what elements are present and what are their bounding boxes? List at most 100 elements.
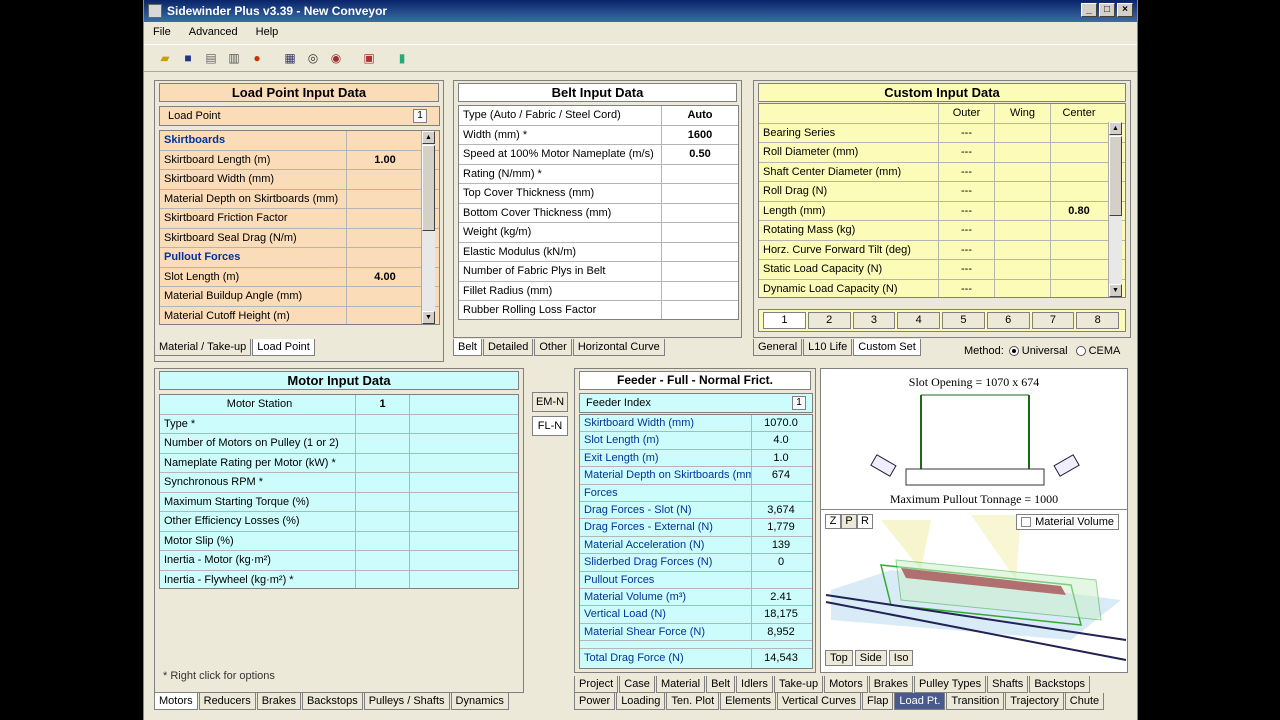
row-value[interactable]: [356, 492, 410, 511]
tab-shafts[interactable]: Shafts: [987, 676, 1029, 693]
radio-cema[interactable]: [1075, 346, 1086, 356]
set-button-7[interactable]: 7: [1031, 312, 1075, 329]
tab-pulleys-shafts[interactable]: Pulleys / Shafts: [363, 693, 450, 710]
tab-other[interactable]: Other: [534, 339, 572, 356]
cell-center[interactable]: [1051, 182, 1107, 201]
tab-load-point[interactable]: Load Point: [252, 339, 315, 356]
set-button-8[interactable]: 8: [1076, 312, 1119, 329]
load-point-index[interactable]: 1: [413, 109, 427, 123]
open-folder-icon[interactable]: ▰: [154, 47, 176, 69]
main-icon[interactable]: ◉: [325, 47, 347, 69]
row-value[interactable]: [347, 190, 423, 209]
info-icon[interactable]: ▦: [279, 47, 301, 69]
row-value[interactable]: [662, 301, 738, 319]
cell-center[interactable]: [1051, 124, 1107, 143]
row-value[interactable]: [662, 184, 738, 203]
row-value[interactable]: [356, 434, 410, 453]
row-value[interactable]: 4.00: [347, 268, 423, 287]
cell-center[interactable]: [1051, 163, 1107, 182]
tab-ten-plot[interactable]: Ten. Plot: [666, 693, 720, 710]
row-value[interactable]: [662, 165, 738, 184]
cell-wing[interactable]: [995, 240, 1051, 259]
tab-trajectory[interactable]: Trajectory: [1005, 693, 1064, 710]
row-value[interactable]: [662, 204, 738, 223]
save-icon[interactable]: ■: [177, 47, 199, 69]
tab-l10-life[interactable]: L10 Life: [803, 339, 853, 356]
row-value[interactable]: [347, 170, 423, 189]
row-value[interactable]: [356, 473, 410, 492]
cell-outer[interactable]: ---: [939, 260, 995, 279]
tab-belt[interactable]: Belt: [453, 339, 482, 356]
row-value[interactable]: [356, 551, 410, 570]
em-n-button[interactable]: EM-N: [532, 392, 568, 412]
tab-motors[interactable]: Motors: [154, 693, 198, 710]
cell-wing[interactable]: [995, 143, 1051, 162]
row-value[interactable]: 0.50: [662, 145, 738, 164]
row-value[interactable]: [662, 243, 738, 262]
axis-p-button[interactable]: P: [841, 514, 857, 529]
tab-brakes[interactable]: Brakes: [256, 693, 301, 710]
tab-vertical-curves[interactable]: Vertical Curves: [777, 693, 861, 710]
row-value[interactable]: [356, 453, 410, 472]
cell-outer[interactable]: ---: [939, 182, 995, 201]
row-value[interactable]: [356, 531, 410, 550]
radio-universal[interactable]: [1008, 346, 1019, 356]
close-button[interactable]: ×: [1117, 3, 1133, 17]
tab-flap[interactable]: Flap: [862, 693, 894, 710]
fl-n-button[interactable]: FL-N: [532, 416, 568, 436]
tab-horizontal-curve[interactable]: Horizontal Curve: [572, 339, 665, 356]
row-value[interactable]: [356, 570, 410, 588]
cell-outer[interactable]: ---: [939, 162, 995, 181]
row-value[interactable]: [347, 229, 423, 248]
menu-file[interactable]: File: [144, 26, 180, 38]
set-button-1[interactable]: 1: [763, 312, 806, 329]
tab-brakes[interactable]: Brakes: [868, 676, 913, 693]
set-button-2[interactable]: 2: [807, 312, 851, 329]
print-icon[interactable]: ▤: [200, 47, 222, 69]
maximize-button[interactable]: □: [1099, 3, 1115, 17]
custom-scrollbar[interactable]: ▲ ▼: [1108, 122, 1122, 297]
document-icon[interactable]: ▥: [223, 47, 245, 69]
material-volume-checkbox[interactable]: [1021, 517, 1032, 527]
load-point-scrollbar[interactable]: ▲ ▼: [421, 131, 435, 324]
row-value[interactable]: [356, 512, 410, 531]
view-side-button[interactable]: Side: [854, 650, 887, 666]
cell-wing[interactable]: [995, 182, 1051, 201]
cell-wing[interactable]: [995, 123, 1051, 142]
row-value[interactable]: [662, 223, 738, 242]
tab-custom-set[interactable]: Custom Set: [853, 339, 921, 356]
row-value[interactable]: Auto: [662, 106, 738, 125]
cell-outer[interactable]: ---: [939, 201, 995, 220]
tab-material-take-up[interactable]: Material / Take-up: [154, 339, 252, 356]
view-top-button[interactable]: Top: [825, 650, 853, 666]
cell-wing[interactable]: [995, 221, 1051, 240]
tab-power[interactable]: Power: [574, 693, 616, 710]
cell-center[interactable]: [1051, 143, 1107, 162]
cell-center[interactable]: 0.80: [1051, 202, 1107, 221]
tab-elements[interactable]: Elements: [720, 693, 777, 710]
tab-chute[interactable]: Chute: [1064, 693, 1105, 710]
calculator-icon[interactable]: ▮: [391, 47, 413, 69]
cell-outer[interactable]: ---: [939, 279, 995, 297]
cell-outer[interactable]: ---: [939, 240, 995, 259]
tab-dynamics[interactable]: Dynamics: [450, 693, 509, 710]
tab-motors[interactable]: Motors: [824, 676, 868, 693]
row-value[interactable]: [347, 307, 423, 325]
row-value[interactable]: [662, 262, 738, 281]
tab-case[interactable]: Case: [619, 676, 655, 693]
tab-detailed[interactable]: Detailed: [482, 339, 534, 356]
axis-r-button[interactable]: R: [857, 514, 873, 529]
cell-wing[interactable]: [995, 201, 1051, 220]
set-button-6[interactable]: 6: [986, 312, 1030, 329]
set-button-3[interactable]: 3: [852, 312, 896, 329]
row-value[interactable]: [662, 282, 738, 301]
tab-idlers[interactable]: Idlers: [736, 676, 773, 693]
menu-help[interactable]: Help: [247, 26, 288, 38]
tab-backstops[interactable]: Backstops: [1029, 676, 1091, 693]
cell-wing[interactable]: [995, 260, 1051, 279]
tab-loading[interactable]: Loading: [616, 693, 666, 710]
set-button-5[interactable]: 5: [942, 312, 985, 329]
tab-material[interactable]: Material: [655, 676, 706, 693]
view-iso-button[interactable]: Iso: [888, 650, 914, 666]
cell-center[interactable]: [1051, 280, 1107, 298]
